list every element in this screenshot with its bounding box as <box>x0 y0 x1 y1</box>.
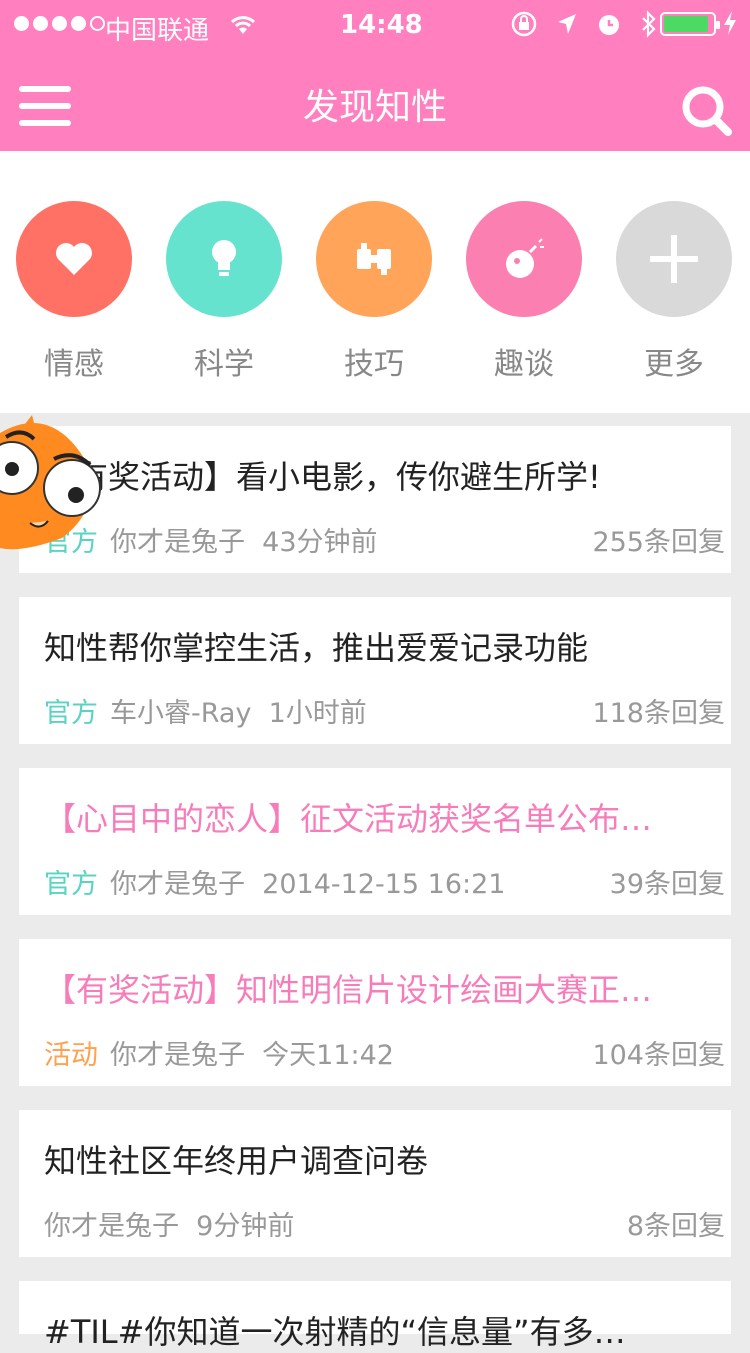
post-author[interactable]: 车小睿-Ray <box>110 698 251 729</box>
post-item[interactable]: 知性帮你掌控生活，推出爱爱记录功能 官方 车小睿-Ray 1小时前 118条回复 <box>19 597 731 744</box>
category-bar: 情感 科学 技巧 趣谈 更多 <box>0 151 750 413</box>
post-author[interactable]: 你才是兔子 <box>110 527 245 558</box>
status-time: 14:48 <box>340 10 423 40</box>
charging-icon <box>722 10 738 43</box>
category-label: 科学 <box>194 347 254 382</box>
post-title: 知性社区年终用户调查问卷 <box>44 1142 429 1180</box>
post-time: 2014-12-15 16:21 <box>262 869 506 900</box>
reply-count: 118条回复 <box>592 698 725 729</box>
lightbulb-icon <box>166 201 282 317</box>
reply-count: 104条回复 <box>592 1040 725 1071</box>
post-item[interactable]: #TIL#你知道一次射精的“信息量”有多… <box>19 1281 731 1351</box>
post-meta: 你才是兔子 9分钟前 <box>44 1204 294 1243</box>
category-label: 情感 <box>44 347 104 382</box>
post-author[interactable]: 你才是兔子 <box>44 1211 179 1242</box>
wifi-icon <box>228 12 258 43</box>
location-icon <box>556 12 578 43</box>
reply-count: 8条回复 <box>626 1211 725 1242</box>
official-tag: 官方 <box>44 698 98 729</box>
post-title: 【心目中的恋人】征文活动获奖名单公布… <box>44 800 653 838</box>
category-emotion[interactable]: 情感 <box>16 201 132 383</box>
post-author[interactable]: 你才是兔子 <box>110 1040 245 1071</box>
category-label: 技巧 <box>344 347 404 382</box>
status-icons <box>510 10 658 45</box>
mascot-icon[interactable] <box>0 413 117 555</box>
app-header: 中国联通 14:48 发现知性 <box>0 0 750 151</box>
post-item[interactable]: 【心目中的恋人】征文活动获奖名单公布… 官方 你才是兔子 2014-12-15 1… <box>19 768 731 915</box>
rotation-lock-icon <box>510 10 538 45</box>
post-author[interactable]: 你才是兔子 <box>110 869 245 900</box>
category-label: 趣谈 <box>494 347 554 382</box>
post-meta: 官方 你才是兔子 2014-12-15 16:21 <box>44 862 505 901</box>
category-label: 更多 <box>644 347 704 382</box>
signal-strength-icon <box>14 16 105 31</box>
category-fun[interactable]: 趣谈 <box>466 201 582 383</box>
post-item[interactable]: 【有奖活动】知性明信片设计绘画大赛正… 活动 你才是兔子 今天11:42 104条… <box>19 939 731 1086</box>
alarm-icon <box>596 11 622 44</box>
page-title: 发现知性 <box>302 87 447 128</box>
post-meta: 活动 你才是兔子 今天11:42 <box>44 1033 394 1072</box>
reply-count: 39条回复 <box>609 869 725 900</box>
carrier-name: 中国联通 <box>105 16 210 46</box>
category-science[interactable]: 科学 <box>166 201 282 383</box>
status-bar: 中国联通 14:48 <box>0 0 750 52</box>
category-more[interactable]: 更多 <box>616 201 732 383</box>
post-item[interactable]: 知性社区年终用户调查问卷 你才是兔子 9分钟前 8条回复 <box>19 1110 731 1257</box>
post-time: 1小时前 <box>268 698 367 729</box>
heart-icon <box>16 201 132 317</box>
post-item[interactable]: 【有奖活动】看小电影，传你避生所学! 官方 你才是兔子 43分钟前 255条回复 <box>19 426 731 573</box>
post-time: 43分钟前 <box>262 527 378 558</box>
post-title: #TIL#你知道一次射精的“信息量”有多… <box>44 1313 626 1351</box>
reply-count: 255条回复 <box>592 527 725 558</box>
official-tag: 官方 <box>44 869 98 900</box>
post-title: 【有奖活动】看小电影，传你避生所学! <box>44 458 601 496</box>
plus-icon <box>616 201 732 317</box>
category-tips[interactable]: 技巧 <box>316 201 432 383</box>
post-title: 【有奖活动】知性明信片设计绘画大赛正… <box>44 971 653 1009</box>
post-time: 今天11:42 <box>262 1040 394 1071</box>
search-icon[interactable] <box>680 84 734 138</box>
post-meta: 官方 车小睿-Ray 1小时前 <box>44 691 367 730</box>
puzzle-icon <box>316 201 432 317</box>
activity-tag: 活动 <box>44 1040 98 1071</box>
bomb-icon <box>466 201 582 317</box>
battery-icon <box>660 12 720 36</box>
post-time: 9分钟前 <box>196 1211 295 1242</box>
bluetooth-icon <box>640 10 658 45</box>
post-title: 知性帮你掌控生活，推出爱爱记录功能 <box>44 629 589 667</box>
